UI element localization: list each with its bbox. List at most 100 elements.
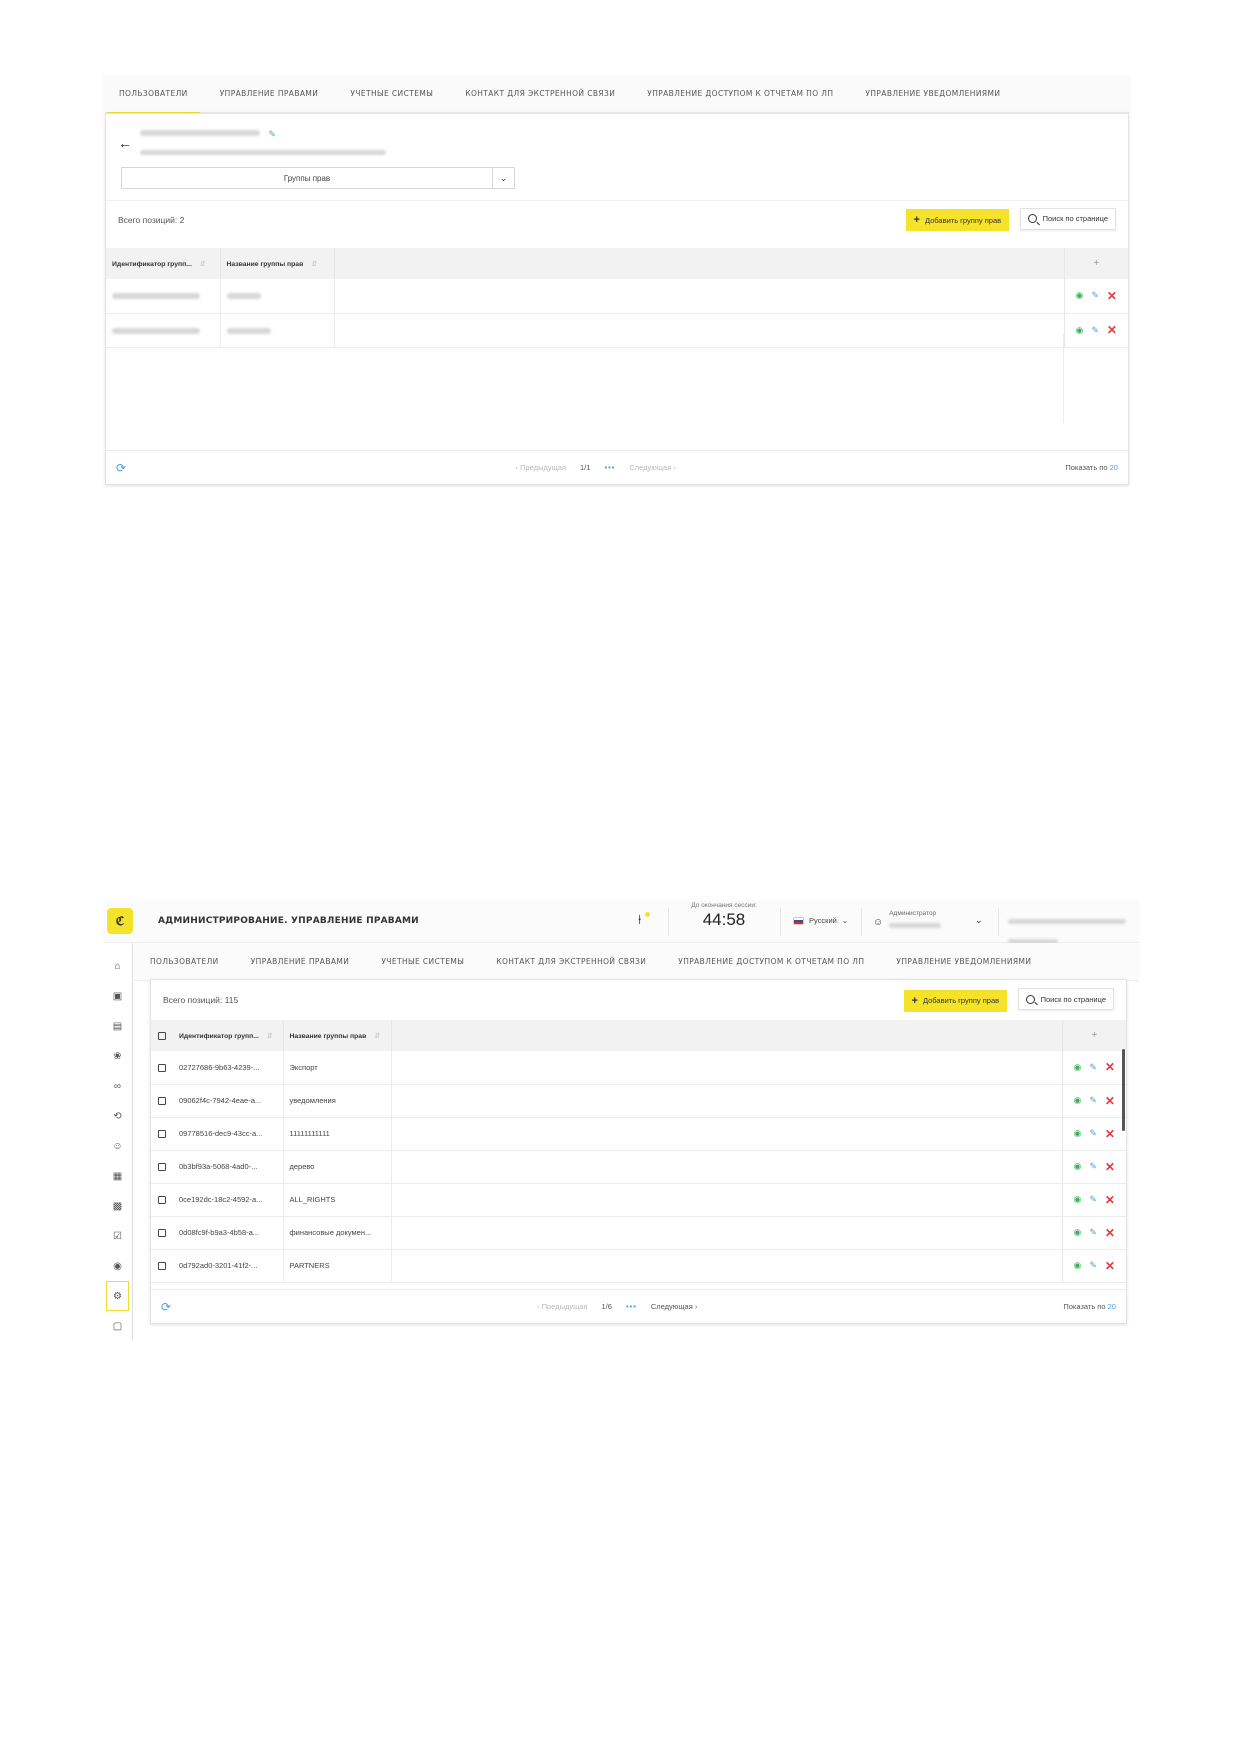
pencil-icon[interactable]: ✎: [1089, 1194, 1097, 1205]
table-row[interactable]: 02727686-9b63-4239-... Экспорт ◉ ✎ ✕: [151, 1051, 1126, 1085]
cell-id: 09778516-dec9-43cc-a...: [173, 1117, 284, 1151]
pencil-icon[interactable]: ✎: [1089, 1227, 1097, 1238]
close-icon[interactable]: ✕: [1107, 290, 1117, 302]
next-page-button[interactable]: Следующая ›: [629, 463, 676, 472]
eye-icon[interactable]: ◉: [1074, 1128, 1082, 1139]
tab-notifications[interactable]: УПРАВЛЕНИЕ УВЕДОМЛЕНИЯМИ: [880, 943, 1047, 981]
table-row[interactable]: 0b3bf93a-5068-4ad0-... дерево ◉ ✎ ✕: [151, 1150, 1126, 1184]
table-row[interactable]: 09062f4c-7942-4eae-a... уведомления ◉ ✎ ✕: [151, 1084, 1126, 1118]
sidebar-item-tasks[interactable]: ☑: [103, 1221, 132, 1251]
add-column-button[interactable]: +: [1061, 1020, 1126, 1051]
scrollbar[interactable]: [1122, 1049, 1125, 1131]
tab-rights[interactable]: УПРАВЛЕНИЕ ПРАВАМИ: [204, 75, 335, 113]
tab-users[interactable]: ПОЛЬЗОВАТЕЛИ: [103, 75, 204, 114]
tab-users[interactable]: ПОЛЬЗОВАТЕЛИ: [134, 943, 235, 981]
pencil-icon[interactable]: ✎: [1091, 290, 1099, 301]
arrow-left-icon[interactable]: ←: [118, 135, 132, 151]
sidebar-item-users[interactable]: ☺: [103, 1131, 132, 1161]
sort-icon[interactable]: ⇵: [374, 1033, 380, 1040]
tab-accounting-systems[interactable]: УЧЕТНЫЕ СИСТЕМЫ: [365, 943, 480, 981]
pencil-icon[interactable]: ✎: [268, 129, 276, 139]
pencil-icon[interactable]: ✎: [1089, 1062, 1097, 1073]
close-icon[interactable]: ✕: [1105, 1061, 1115, 1073]
close-icon[interactable]: ✕: [1105, 1095, 1115, 1107]
column-header-id[interactable]: Идентификатор групп... ⇵: [106, 248, 221, 279]
sort-icon[interactable]: ⇵: [311, 261, 317, 268]
sidebar-item-catalog[interactable]: ▣: [103, 981, 132, 1011]
refresh-icon[interactable]: ⟳: [161, 1300, 171, 1314]
table-row[interactable]: 09778516-dec9-43cc-a... 11111111111 ◉ ✎ ✕: [151, 1117, 1126, 1151]
eye-icon[interactable]: ◉: [1074, 1227, 1082, 1238]
section-select[interactable]: Группы прав ⌄: [121, 167, 515, 189]
row-checkbox[interactable]: [151, 1117, 173, 1151]
tab-report-access[interactable]: УПРАВЛЕНИЕ ДОСТУПОМ К ОТЧЕТАМ ПО ЛП: [631, 75, 849, 113]
tab-emergency-contact[interactable]: КОНТАКТ ДЛЯ ЭКСТРЕННОЙ СВЯЗИ: [480, 943, 662, 981]
sidebar-item-home[interactable]: ⌂: [103, 951, 132, 981]
select-all-checkbox[interactable]: [151, 1020, 173, 1051]
pencil-icon[interactable]: ✎: [1089, 1128, 1097, 1139]
next-page-button[interactable]: Следующая ›: [651, 1302, 698, 1311]
tab-notifications[interactable]: УПРАВЛЕНИЕ УВЕДОМЛЕНИЯМИ: [849, 75, 1016, 113]
table-row[interactable]: 0d792ad0-3201-41f2-... PARTNERS ◉ ✎ ✕: [151, 1249, 1126, 1283]
pencil-icon[interactable]: ✎: [1089, 1095, 1097, 1106]
add-rights-group-button[interactable]: + Добавить группу прав: [903, 989, 1008, 1012]
table-row[interactable]: ◉ ✎ ✕: [106, 279, 1128, 314]
close-icon[interactable]: ✕: [1105, 1227, 1115, 1239]
chevron-down-icon[interactable]: ⌄: [492, 167, 514, 189]
row-checkbox[interactable]: [151, 1051, 173, 1085]
sidebar-item-admin[interactable]: ⚙: [106, 1281, 129, 1311]
eye-icon[interactable]: ◉: [1074, 1194, 1082, 1205]
close-icon[interactable]: ✕: [1105, 1194, 1115, 1206]
row-checkbox[interactable]: [151, 1249, 173, 1283]
row-checkbox[interactable]: [151, 1216, 173, 1250]
sidebar-item-history[interactable]: ⟲: [103, 1101, 132, 1131]
sidebar-item-reports[interactable]: ▦: [103, 1161, 132, 1191]
page-size-select[interactable]: 20: [1110, 463, 1118, 472]
sidebar-item-global[interactable]: ◉: [103, 1251, 132, 1281]
chevron-down-icon[interactable]: ⌄: [975, 915, 983, 926]
page-size-select[interactable]: 20: [1108, 1302, 1116, 1311]
tab-accounting-systems[interactable]: УЧЕТНЫЕ СИСТЕМЫ: [334, 75, 449, 113]
eye-icon[interactable]: ◉: [1074, 1260, 1082, 1271]
tab-report-access[interactable]: УПРАВЛЕНИЕ ДОСТУПОМ К ОТЧЕТАМ ПО ЛП: [662, 943, 880, 981]
row-checkbox[interactable]: [151, 1183, 173, 1217]
prev-page-button[interactable]: ‹ Предыдущая: [516, 463, 566, 472]
column-header-name[interactable]: Название группы прав ⇵: [283, 1020, 392, 1051]
close-icon[interactable]: ✕: [1105, 1161, 1115, 1173]
prev-page-button[interactable]: ‹ Предыдущая: [537, 1302, 587, 1311]
eye-icon[interactable]: ◉: [1074, 1095, 1082, 1106]
sidebar-item-medicines[interactable]: ❀: [103, 1041, 132, 1071]
add-column-button[interactable]: +: [1063, 248, 1128, 279]
sidebar-item-support[interactable]: ▢: [103, 1311, 132, 1341]
row-checkbox[interactable]: [151, 1150, 173, 1184]
close-icon[interactable]: ✕: [1105, 1128, 1115, 1140]
eye-icon[interactable]: ◉: [1076, 290, 1084, 301]
pencil-icon[interactable]: ✎: [1089, 1161, 1097, 1172]
pencil-icon[interactable]: ✎: [1089, 1260, 1097, 1271]
eye-icon[interactable]: ◉: [1074, 1062, 1082, 1073]
refresh-icon[interactable]: ⟳: [116, 461, 126, 475]
more-pages-button[interactable]: •••: [604, 463, 615, 472]
tab-emergency-contact[interactable]: КОНТАКТ ДЛЯ ЭКСТРЕННОЙ СВЯЗИ: [449, 75, 631, 113]
app-logo[interactable]: ℭ: [107, 908, 133, 934]
table-row[interactable]: 0ce192dc-18c2-4592-a... ALL_RIGHTS ◉ ✎ ✕: [151, 1183, 1126, 1217]
add-rights-group-button[interactable]: + Добавить группу прав: [905, 209, 1010, 232]
language-select[interactable]: Русский ⌄: [793, 916, 848, 925]
sort-icon[interactable]: ⇵: [267, 1033, 273, 1040]
row-checkbox[interactable]: [151, 1084, 173, 1118]
sidebar-item-links[interactable]: ∞: [103, 1071, 132, 1101]
column-header-name[interactable]: Название группы прав ⇵: [220, 248, 335, 279]
close-icon[interactable]: ✕: [1105, 1260, 1115, 1272]
more-pages-button[interactable]: •••: [626, 1302, 637, 1311]
sort-icon[interactable]: ⇵: [200, 261, 206, 268]
page-search-button[interactable]: Поиск по странице: [1019, 207, 1116, 230]
eye-icon[interactable]: ◉: [1074, 1161, 1082, 1172]
user-menu[interactable]: ☺ Администратор ⌄: [873, 910, 983, 935]
sidebar-item-codes[interactable]: ▩: [103, 1191, 132, 1221]
table-row[interactable]: 0d08fc9f-b9a3-4b58-a... финансовые докуме…: [151, 1216, 1126, 1250]
bell-icon[interactable]: ⍿: [638, 912, 641, 928]
sidebar-item-documents[interactable]: ▤: [103, 1011, 132, 1041]
column-header-id[interactable]: Идентификатор групп... ⇵: [173, 1020, 284, 1051]
tab-rights[interactable]: УПРАВЛЕНИЕ ПРАВАМИ: [235, 943, 366, 982]
page-search-button[interactable]: Поиск по странице: [1017, 988, 1114, 1011]
